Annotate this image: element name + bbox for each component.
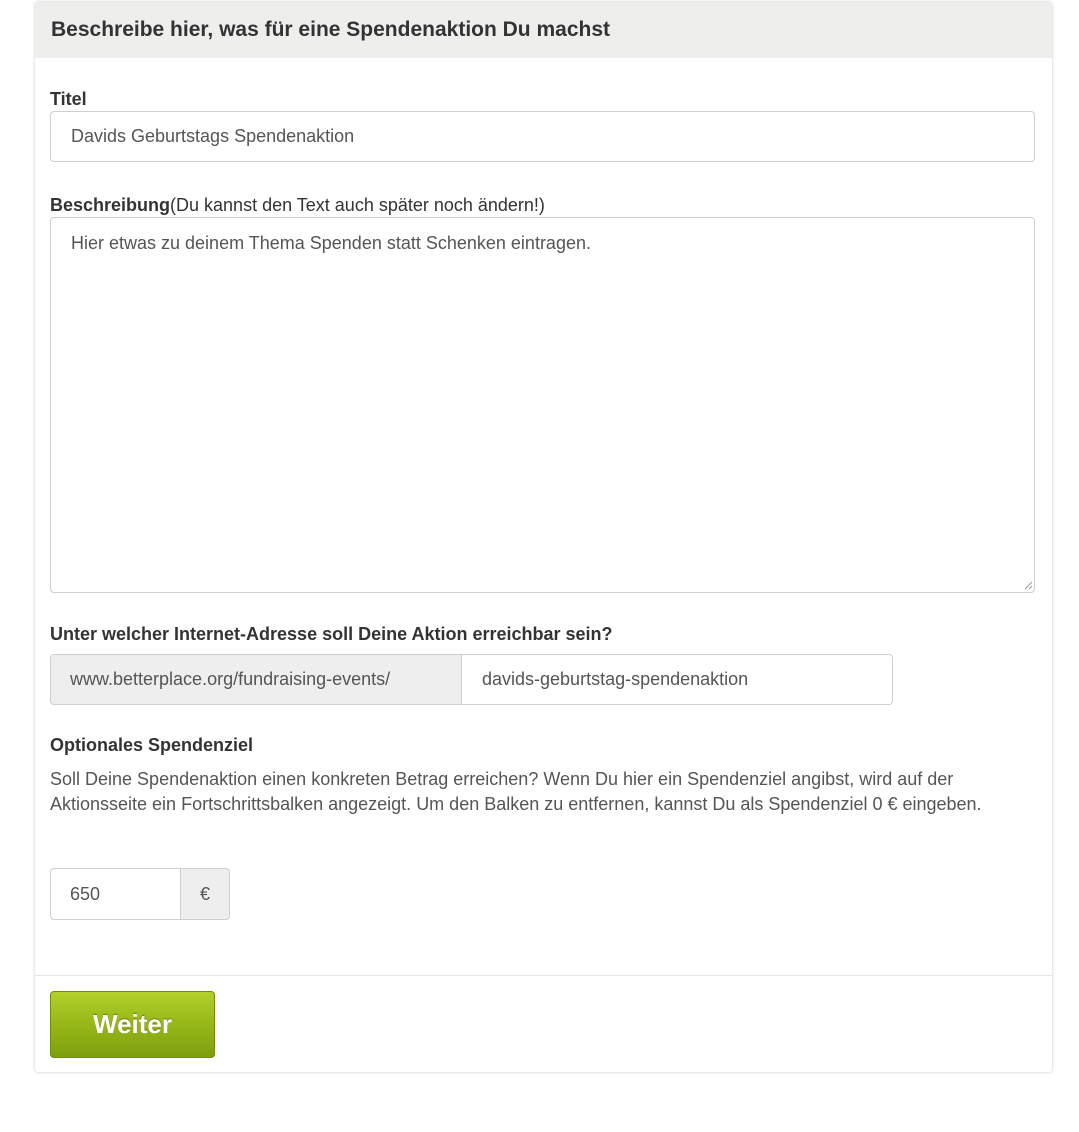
title-label: Titel (50, 89, 87, 109)
title-input[interactable] (50, 111, 1035, 162)
url-slug-input[interactable] (462, 654, 893, 705)
description-label-title: Beschreibung (50, 195, 171, 215)
goal-input-group: € (50, 868, 230, 920)
form-header: Beschreibe hier, was für eine Spendenakt… (35, 2, 1052, 58)
goal-label: Optionales Spendenziel (50, 735, 254, 755)
fundraiser-form-card: Beschreibe hier, was für eine Spendenakt… (35, 2, 1052, 1072)
url-label: Unter welcher Internet-Adresse soll Dein… (50, 624, 613, 644)
goal-amount-input[interactable] (50, 868, 181, 920)
description-label-hint: (Du kannst den Text auch später noch änd… (170, 195, 545, 215)
footer-divider (35, 975, 1052, 976)
resize-grip-icon[interactable] (1023, 580, 1033, 590)
description-label: Beschreibung(Du kannst den Text auch spä… (50, 195, 545, 216)
url-prefix: www.betterplace.org/fundraising-events/ (50, 654, 462, 705)
currency-addon: € (181, 868, 230, 920)
description-textarea[interactable]: Hier etwas zu deinem Thema Spenden statt… (50, 217, 1035, 593)
goal-help-text: Soll Deine Spendenaktion einen konkreten… (50, 769, 982, 814)
next-button[interactable]: Weiter (50, 991, 215, 1058)
url-input-group: www.betterplace.org/fundraising-events/ (50, 654, 893, 705)
form-header-title: Beschreibe hier, was für eine Spendenakt… (51, 18, 611, 41)
